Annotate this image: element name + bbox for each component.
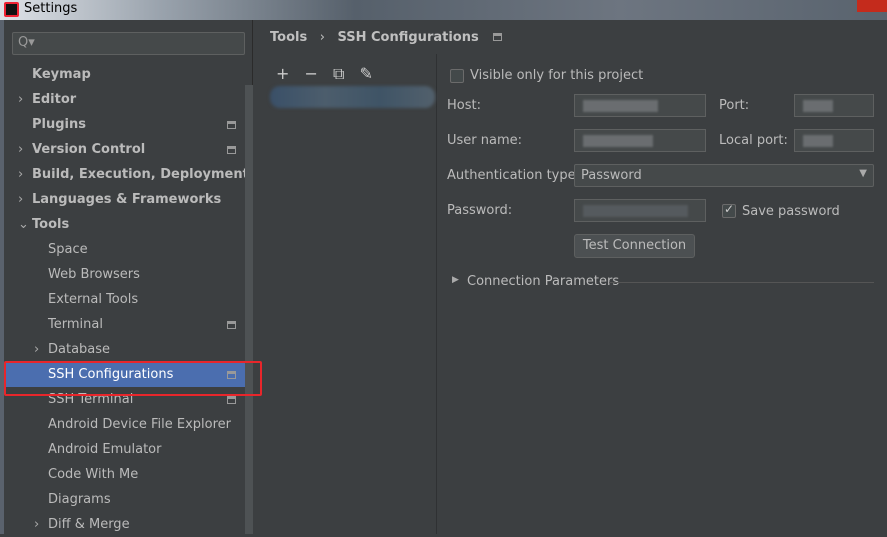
chevron-down-icon[interactable]: ⌄ [18,213,29,237]
sidebar-item-label: Diagrams [48,492,111,507]
test-connection-button[interactable]: Test Connection [574,234,695,258]
sidebar-item-label: Build, Execution, Deployment [32,167,249,182]
breadcrumb-separator: › [319,30,325,45]
window-title: Settings [24,1,78,16]
sidebar-item-label: Terminal [48,317,103,332]
copy-icon[interactable]: ⧉ [333,64,344,83]
sidebar-item-label: Plugins [32,117,86,132]
sidebar-item-database[interactable]: › Database [4,338,245,362]
sidebar-scrollbar[interactable] [245,85,253,534]
chevron-right-icon[interactable]: › [18,138,23,162]
sidebar-item-label: External Tools [48,292,139,307]
port-input[interactable] [794,94,874,117]
user-name-input[interactable] [574,129,706,152]
sidebar-item-label: Version Control [32,142,146,157]
sidebar-item-plugins[interactable]: Plugins [4,113,245,137]
visible-only-label: Visible only for this project [470,68,644,83]
host-label: Host: [447,98,481,113]
breadcrumb: Tools › SSH Configurations [270,30,503,45]
project-scope-icon [227,146,236,154]
search-input[interactable]: Q▾ [12,32,245,55]
local-port-label: Local port: [719,133,788,148]
auth-type-select[interactable]: Password ▼ [574,164,874,187]
highlight-box [4,361,262,396]
sidebar-item-label: Tools [32,217,70,232]
chevron-right-icon[interactable]: › [34,338,39,362]
sidebar-item-android-emulator[interactable]: Android Emulator [4,438,245,462]
save-password-checkbox[interactable]: ✓ [722,202,736,218]
app-logo-icon [4,2,19,17]
sidebar-item-languages-frameworks[interactable]: › Languages & Frameworks [4,188,245,212]
sidebar-item-version-control[interactable]: › Version Control [4,138,245,162]
ssh-config-list: + − ⧉ ✎ [254,54,437,534]
chevron-down-icon: ▼ [859,168,867,179]
sidebar-item-label: Android Emulator [48,442,162,457]
edit-icon[interactable]: ✎ [360,64,373,83]
sidebar-item-diff-merge[interactable]: › Diff & Merge [4,513,245,537]
sidebar-item-terminal[interactable]: Terminal [4,313,245,337]
sidebar-item-label: Editor [32,92,77,107]
sidebar-item-android-device-file-explorer[interactable]: Android Device File Explorer [4,413,245,437]
chevron-right-icon[interactable]: › [18,188,23,212]
sidebar-item-label: Space [48,242,88,257]
visible-only-checkbox[interactable] [450,69,464,83]
sidebar-item-code-with-me[interactable]: Code With Me [4,463,245,487]
sidebar-item-label: Keymap [32,67,91,82]
add-icon[interactable]: + [276,64,289,83]
project-scope-icon [227,321,236,329]
list-item[interactable] [270,86,435,108]
local-port-input[interactable] [794,129,874,152]
settings-sidebar: Q▾ Keymap › Editor Plugins › Version Control ›… [0,20,253,534]
sidebar-item-build-execution-deployment[interactable]: › Build, Execution, Deployment [4,163,249,187]
sidebar-item-label: Diff & Merge [48,517,130,532]
port-label: Port: [719,98,750,113]
chevron-right-icon[interactable]: › [34,513,39,537]
separator [609,282,874,283]
connection-parameters-toggle[interactable]: Connection Parameters [467,274,619,289]
password-input[interactable] [574,199,706,222]
sidebar-item-label: Android Device File Explorer [48,417,231,432]
sidebar-item-label: Web Browsers [48,267,140,282]
close-button[interactable] [857,0,887,12]
search-icon: Q▾ [18,35,35,50]
auth-type-value: Password [581,168,642,183]
chevron-right-icon[interactable]: › [18,163,23,187]
sidebar-item-external-tools[interactable]: External Tools [4,288,245,312]
check-icon: ✓ [724,202,735,216]
save-password-label: Save password [742,204,840,219]
sidebar-item-label: Code With Me [48,467,139,482]
sidebar-item-editor[interactable]: › Editor [4,88,245,112]
sidebar-item-tools[interactable]: ⌄ Tools [4,213,245,237]
sidebar-item-space[interactable]: Space [4,238,245,262]
sidebar-item-label: Languages & Frameworks [32,192,222,207]
sidebar-item-label: Database [48,342,111,357]
host-input[interactable] [574,94,706,117]
project-scope-icon [227,396,236,404]
auth-type-label: Authentication type: [447,168,580,183]
user-name-label: User name: [447,133,523,148]
project-scope-icon [227,121,236,129]
project-scope-icon [493,33,503,41]
sidebar-item-diagrams[interactable]: Diagrams [4,488,245,512]
remove-icon[interactable]: − [305,64,318,83]
title-bar: Settings [0,0,887,20]
chevron-right-icon[interactable]: › [18,88,23,112]
breadcrumb-parent[interactable]: Tools [270,30,307,45]
breadcrumb-current: SSH Configurations [337,30,479,45]
password-label: Password: [447,203,513,218]
expand-triangle-icon[interactable]: ▶ [452,275,459,285]
sidebar-item-keymap[interactable]: Keymap [4,63,245,87]
sidebar-item-web-browsers[interactable]: Web Browsers [4,263,245,287]
